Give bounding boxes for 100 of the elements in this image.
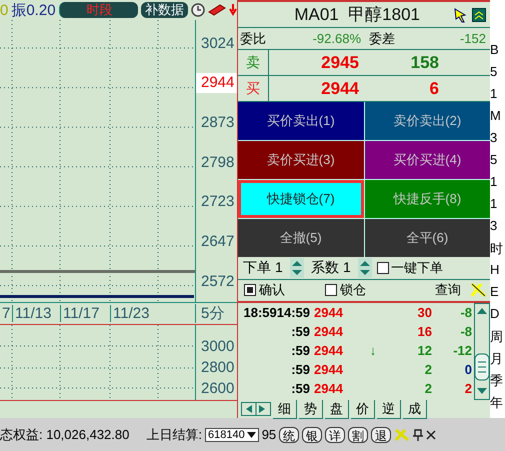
status-button[interactable]: 退 [371,426,392,442]
contract-title: MA01 甲醇1801 [294,4,420,26]
trade-price: 2944 [314,305,344,320]
side-label: 买 [238,76,269,102]
clock-icon[interactable] [191,3,205,17]
volume-axis-label: 2600 [200,379,236,399]
period-option[interactable]: 时 [490,240,505,262]
order-button[interactable]: 卖价买进(3) [238,141,364,180]
trade-time: :59 [290,324,311,339]
date-label: 11/13 [12,305,60,322]
period-option[interactable]: 季 [490,372,505,394]
checkbox[interactable] [325,284,337,296]
date-label: 11/17 [60,305,110,322]
trade-change: -8 [460,324,472,339]
factor-quantity[interactable]: 系数 1 [306,259,356,278]
price-axis-label: 2572 [200,272,236,292]
order-button[interactable]: 买价买进(4) [364,141,490,180]
status-button[interactable]: 银 [302,426,322,442]
period-option[interactable]: 年 [490,394,505,416]
quote-volume: 6 [428,78,439,99]
period-option[interactable]: H [490,262,505,284]
query-link[interactable]: 查询 [400,281,461,300]
checkbox[interactable] [244,284,256,296]
trade-volume: 12 [418,343,432,358]
trade-change: 0 [464,362,472,377]
price-axis-label: 2798 [200,152,236,173]
trade-change: 2 [464,381,472,396]
date-label: 11/23 [110,305,158,322]
volume-axis-label: 2800 [200,358,236,378]
volume-axis-label: 3000 [200,337,236,357]
diff-label: 委差 [369,30,395,48]
trade-price: 2944 [314,343,344,358]
order-button[interactable]: 买价卖出(1) [238,102,364,140]
trade-volume: 2 [424,381,432,396]
period-option[interactable]: 5 [490,64,505,86]
equity-text: 态权益: 10,026,432.80 [0,426,130,444]
status-button[interactable]: 割 [348,426,368,442]
order-button[interactable]: 卖价卖出(2) [364,102,490,140]
status-button[interactable]: 统 [279,426,300,442]
settle-select[interactable]: 618140 [204,428,259,442]
period-option[interactable]: 5 [490,152,505,174]
ratio-value: -92.68% [312,31,361,46]
order-button[interactable]: 快捷锁仓(7) [238,180,364,218]
price-axis-label: 3024 [200,34,236,54]
quote-value: 0 [0,2,8,18]
price-axis-label: 2873 [200,113,236,134]
trade-volume: 30 [418,305,432,320]
price-axis-label: 2944 [196,73,237,94]
status-text: 95 [262,427,276,442]
spin-button[interactable] [290,258,304,278]
order-quantity[interactable]: 下单 1 [238,259,288,278]
period-option[interactable]: D [490,306,505,328]
period-label[interactable]: 5分 [195,304,237,323]
spin-button[interactable] [358,258,372,278]
price-axis-label: 2723 [200,192,236,212]
trade-time: 18:5914:59 [242,305,311,320]
checkbox[interactable] [377,262,389,274]
period-option[interactable]: E [490,284,505,306]
trade-time: :59 [290,362,311,377]
ratio-label: 委比 [240,30,266,48]
collapse-icon[interactable] [472,8,486,22]
period-option[interactable]: 1 [490,174,505,196]
toolbar-button[interactable]: 补数据 [141,2,188,18]
period-option[interactable]: B [490,42,505,64]
trade-time: :59 [290,343,311,358]
order-button[interactable]: 全撤(5) [238,219,364,258]
period-option[interactable]: 周 [490,328,505,350]
period-option[interactable]: 3 [490,130,505,152]
quote-price: 2944 [320,78,359,99]
scrollbar[interactable] [474,303,490,400]
trend-arrow: ↓ [370,343,376,358]
trade-price: 2944 [314,324,344,339]
side-label: 卖 [238,50,269,76]
quote-volume: 158 [410,52,439,73]
trade-price: 2944 [314,381,344,396]
trade-change: -12 [453,343,472,358]
trade-volume: 16 [418,324,432,339]
checkbox-label: 一键下单 [391,259,443,278]
trade-time: :59 [290,381,311,396]
pointer-icon[interactable] [453,6,469,23]
arrow-icon[interactable] [229,4,237,16]
period-option[interactable]: M [490,108,505,130]
date-label: 7 [1,305,12,322]
diff-value: -152 [458,31,486,46]
checkbox-label: 确认 [259,281,285,300]
period-option[interactable]: 月 [490,350,505,372]
checkbox-label: 锁仓 [340,281,366,300]
pin-icon[interactable] [413,428,424,440]
trade-change: -8 [460,305,472,320]
order-button[interactable]: 全平(6) [364,219,490,258]
dropdown-icon[interactable] [246,432,256,438]
period-option[interactable]: 1 [490,196,505,218]
close-icon[interactable] [426,430,436,440]
tab-scroll-icon[interactable] [241,402,271,416]
trade-volume: 2 [424,362,432,377]
period-option[interactable]: 1 [490,86,505,108]
amplitude-text: 振0.20 [11,0,56,20]
period-option[interactable]: 3 [490,218,505,240]
price-axis-label: 2647 [200,232,236,252]
status-button[interactable]: 详 [325,426,346,442]
